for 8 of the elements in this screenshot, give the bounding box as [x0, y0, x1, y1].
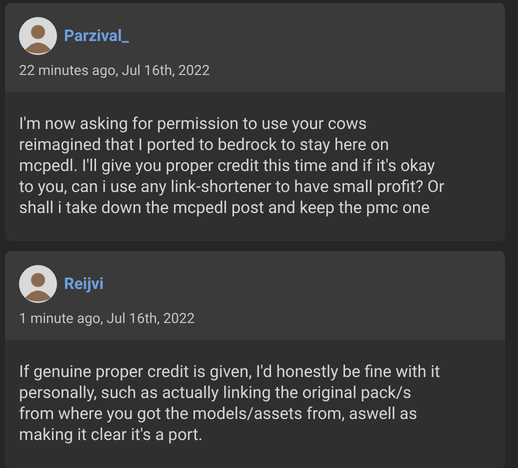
author-link[interactable]: Parzival_	[64, 24, 129, 48]
avatar-icon	[19, 265, 57, 303]
comment-text: If genuine proper credit is given, I'd honestly be fine with it personally, such as actually linking the original pack/s from where you got the models/assets from, aswell as making it clear it's a port.	[18, 362, 442, 447]
comment-time: 1 minute ago, Jul 16th, 2022	[19, 310, 196, 329]
comment-time: 22 minutes ago, Jul 16th, 2022	[19, 62, 211, 81]
avatar-icon	[19, 17, 57, 55]
author-link[interactable]: Reijvi	[64, 272, 104, 296]
comment-text: I'm now asking for permission to use your cows reimagined that I ported to bedrock to stay here on mcpedl. I'll give you proper credit this time and if it's okay to you, can i use any link-shortener to have small profit? Or shall i take down the mcpedl post and keep the pmc one	[18, 114, 446, 220]
